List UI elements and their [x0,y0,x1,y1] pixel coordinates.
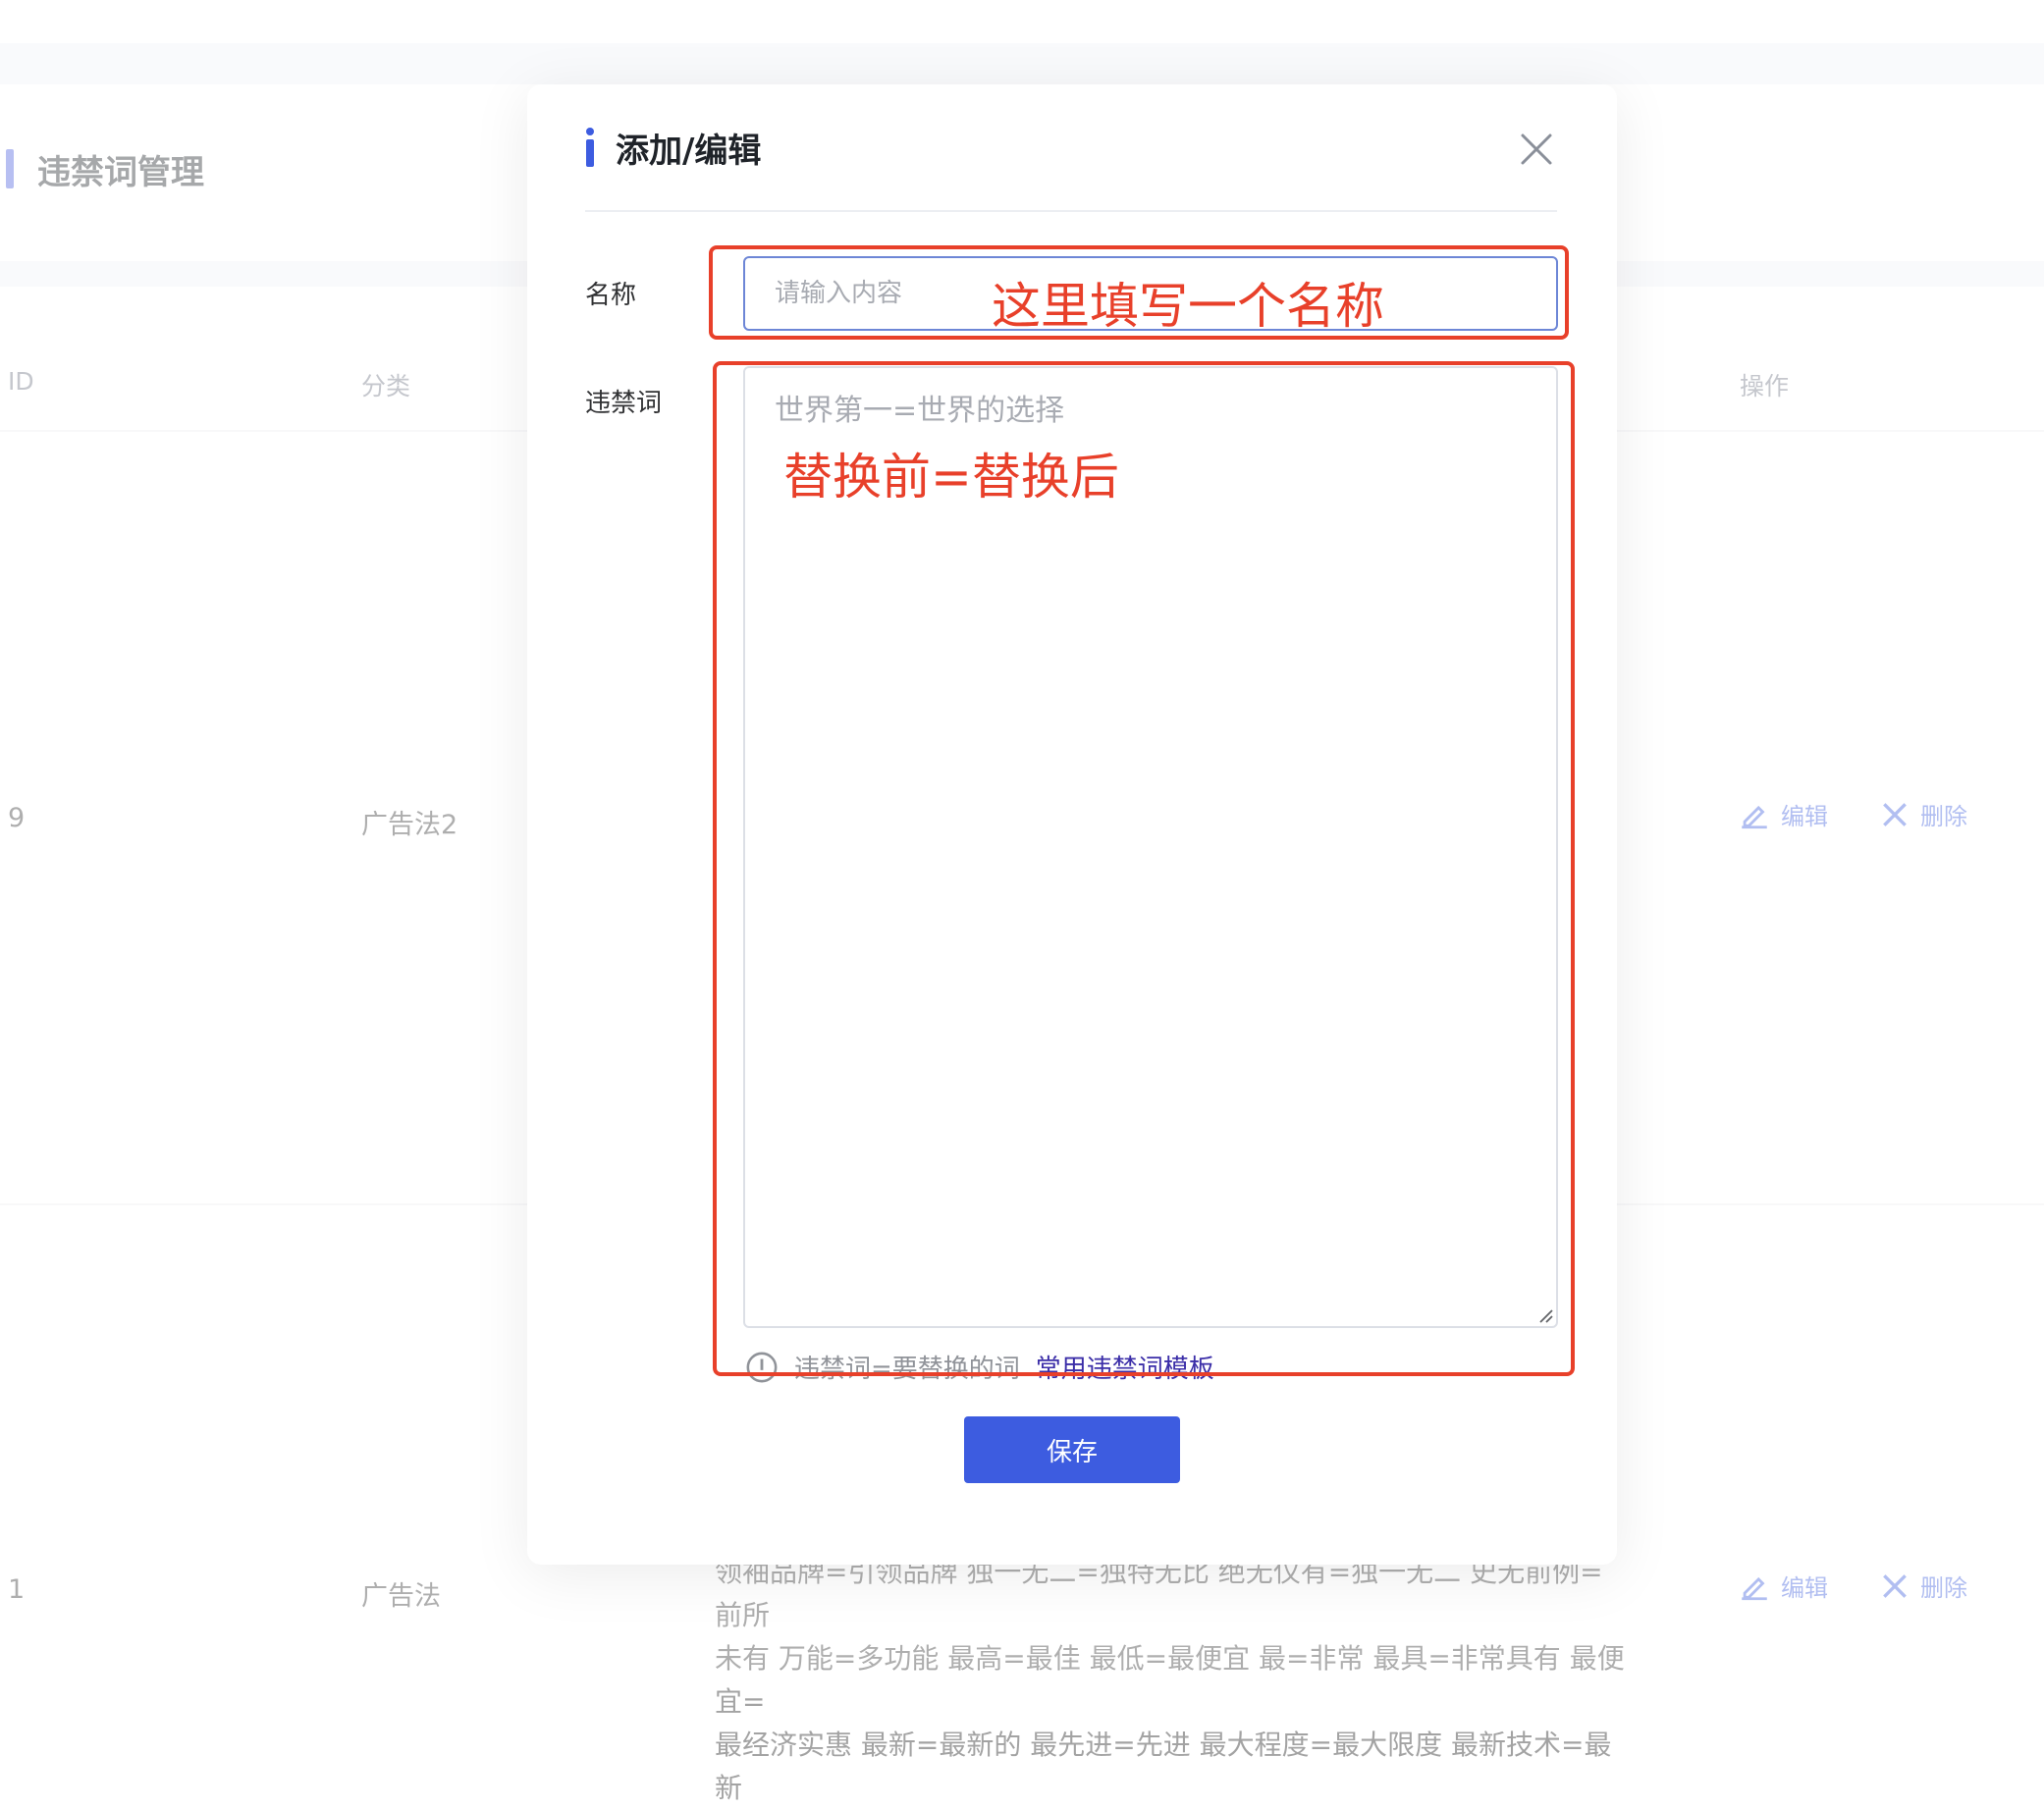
resize-handle-icon[interactable] [1536,1306,1554,1324]
save-button[interactable]: 保存 [964,1416,1180,1483]
row-content-line: 最经济实惠 最新=最新的 最先进=先进 最大程度=最大限度 最新技术=最新 [715,1729,1612,1804]
hint-text: 违禁词=要替换的词 [794,1355,1020,1384]
template-link[interactable]: 常用违禁词模板 [1036,1349,1214,1385]
annotation-name-note: 这里填写一个名称 [992,278,1384,335]
info-icon [586,128,594,167]
close-icon[interactable] [1517,130,1556,169]
warning-circle-icon [746,1352,778,1382]
words-label: 违禁词 [585,389,663,418]
dialog-divider [585,210,1557,212]
forbidden-words-textarea[interactable] [743,366,1558,1328]
annotation-words-note: 替换前=替换后 [783,449,1119,506]
name-label: 名称 [585,281,637,310]
hint-row: 违禁词=要替换的词 常用违禁词模板 [745,1349,1214,1385]
dialog-title: 添加/编辑 [616,132,762,171]
